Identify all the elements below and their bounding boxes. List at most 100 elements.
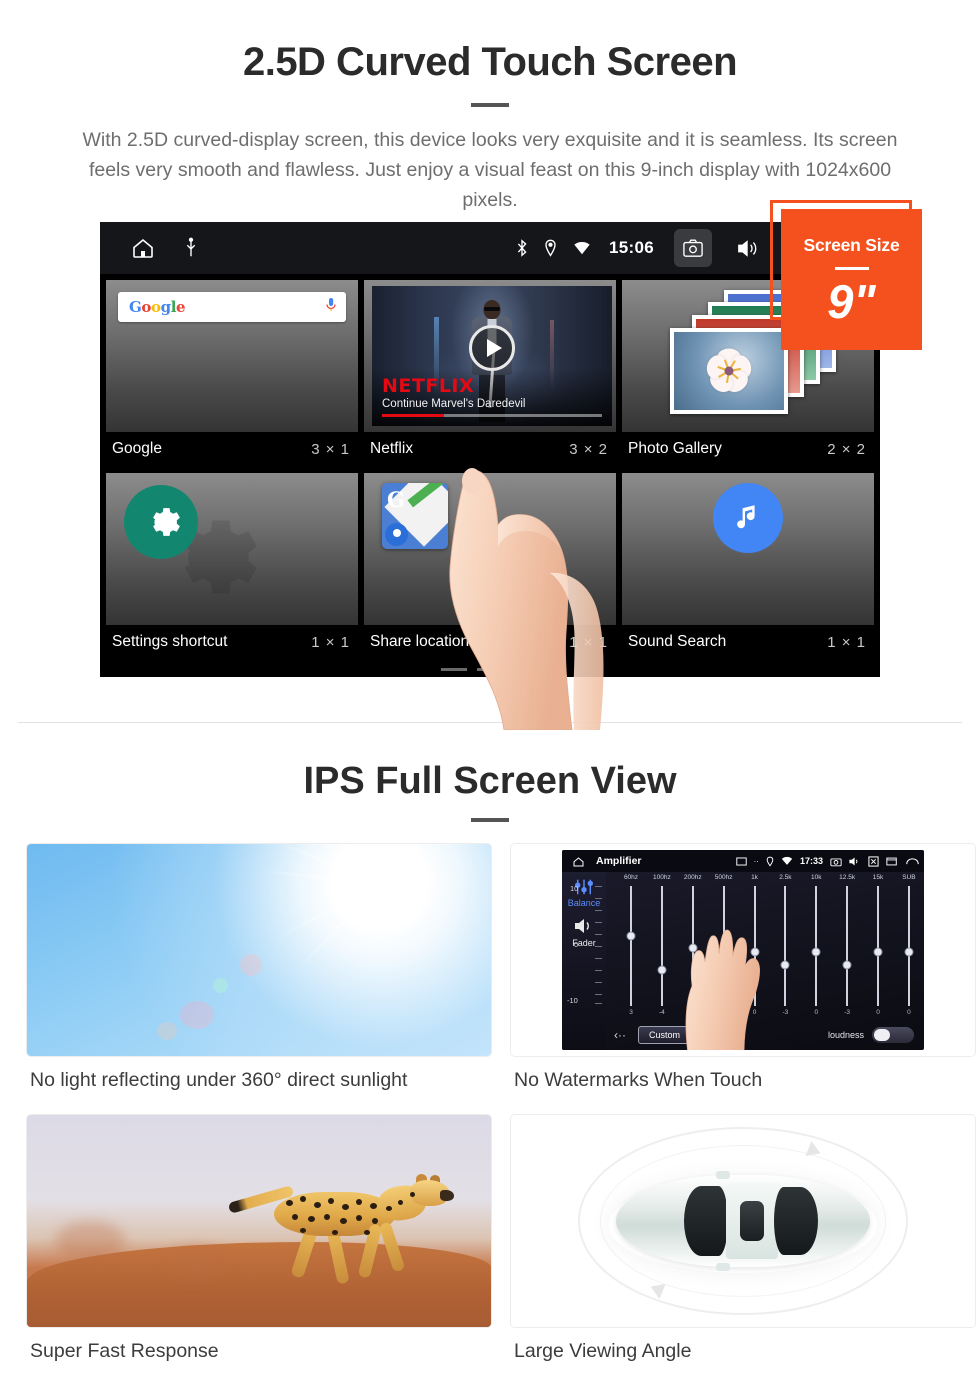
camera-icon[interactable]	[674, 229, 712, 267]
lens-flare	[212, 977, 228, 993]
netflix-widget-preview: NETFLIX Continue Marvel's Daredevil	[364, 280, 616, 432]
home-icon[interactable]	[130, 236, 156, 260]
widget-name: Photo Gallery	[628, 440, 722, 457]
badge-value: 9"	[827, 274, 876, 328]
sound-search-widget-preview	[622, 473, 874, 625]
loudness-toggle[interactable]	[872, 1027, 914, 1043]
equalizer-scale	[590, 886, 604, 1004]
scale-mid-label: 0	[574, 940, 579, 949]
widget-name: Sound Search	[628, 633, 727, 650]
widget-name: Share location	[370, 633, 470, 650]
equalizer-title: Amplifier	[596, 855, 642, 867]
frequency-labels: 60hz 100hz 200hz 500hz 1k 2.5k 10k 12.5k…	[620, 874, 920, 881]
widget-size: 1 × 1	[569, 633, 608, 651]
band-value: 3	[629, 1009, 633, 1016]
band-freq: 500hz	[714, 874, 733, 881]
music-note-icon	[713, 483, 783, 553]
band-freq: 200hz	[683, 874, 702, 881]
back-arrow-icon[interactable]: ‹··	[614, 1028, 626, 1042]
section-divider	[18, 722, 962, 723]
google-search-bar[interactable]: Google	[118, 292, 346, 322]
screen-size-badge: Screen Size 9"	[781, 209, 922, 350]
band-slider[interactable]	[805, 886, 827, 1006]
widget-netflix[interactable]: NETFLIX Continue Marvel's Daredevil Netf…	[364, 280, 616, 467]
scale-max-label: 10	[570, 884, 579, 893]
home-page-indicator[interactable]	[441, 668, 539, 671]
widget-google[interactable]: Google Google 3 × 1	[106, 280, 358, 467]
wifi-icon	[573, 240, 591, 256]
widget-sound-search[interactable]: Sound Search 1 × 1	[622, 473, 874, 660]
card-no-watermarks: Amplifier ·· 17:33 Balance Fader 10 0 -1…	[510, 843, 976, 1106]
band-freq: 2.5k	[779, 874, 792, 881]
widget-label: Sound Search 1 × 1	[622, 625, 874, 660]
page-dot[interactable]	[441, 668, 467, 671]
google-logo: Google	[129, 298, 186, 316]
share-location-widget-preview: G	[364, 473, 616, 625]
cheetah-photo	[26, 1114, 492, 1328]
section2-title: IPS Full Screen View	[303, 760, 677, 802]
equalizer-clock: 17:33	[799, 856, 823, 866]
sunroof	[740, 1201, 764, 1241]
widget-size: 1 × 1	[311, 633, 350, 651]
usb-icon	[184, 237, 198, 259]
photo-frame-front	[670, 328, 788, 414]
loudness-label: loudness	[827, 1030, 864, 1040]
eq-home-icon[interactable]	[572, 855, 585, 873]
widget-name: Google	[112, 440, 162, 457]
person-pin-icon	[385, 523, 408, 546]
feature-card-grid: No light reflecting under 360° direct su…	[0, 843, 980, 1385]
lens-flare	[180, 1000, 215, 1029]
band-slider[interactable]	[620, 886, 642, 1006]
lens-flare	[156, 1022, 177, 1041]
widget-size: 3 × 2	[569, 440, 608, 458]
page-dot-active[interactable]	[513, 668, 539, 671]
page-title: 2.5D Curved Touch Screen	[242, 40, 738, 84]
widget-size: 3 × 1	[311, 440, 350, 458]
eq-status-icons: ·· 17:33	[735, 850, 920, 872]
band-freq: SUB	[902, 874, 916, 881]
widget-size: 1 × 1	[827, 633, 866, 651]
volume-icon[interactable]	[728, 229, 766, 267]
widget-name: Settings shortcut	[112, 633, 228, 650]
card-sunlight: No light reflecting under 360° direct su…	[26, 843, 492, 1106]
widget-label: Share location 1 × 1	[364, 625, 616, 660]
band-slider[interactable]	[836, 886, 858, 1006]
card-caption: No Watermarks When Touch	[514, 1069, 763, 1091]
eq-close-icon	[868, 855, 879, 867]
google-maps-icon: G	[382, 483, 448, 549]
band-value: 0	[907, 1009, 911, 1016]
widget-settings-shortcut[interactable]: Settings shortcut 1 × 1	[106, 473, 358, 660]
band-slider[interactable]	[867, 886, 889, 1006]
scale-min-label: -10	[567, 996, 578, 1005]
equalizer-status-bar: Amplifier ·· 17:33	[562, 850, 924, 872]
band-slider[interactable]	[898, 886, 920, 1006]
dust-cloud	[54, 1221, 125, 1261]
card-caption: Super Fast Response	[30, 1340, 219, 1362]
page-dot[interactable]	[477, 668, 503, 671]
equalizer-screenshot: Amplifier ·· 17:33 Balance Fader 10 0 -1…	[510, 843, 976, 1057]
widget-label: Google 3 × 1	[106, 432, 358, 467]
android-status-bar: 15:06	[100, 222, 880, 274]
card-fast-response: Super Fast Response	[26, 1114, 492, 1377]
band-freq: 1k	[751, 874, 758, 881]
band-value: 0	[814, 1009, 819, 1016]
card-row-2: Super Fast Response Large Viewing Angle	[0, 1114, 980, 1377]
card-viewing-angle: Large Viewing Angle	[510, 1114, 976, 1377]
netflix-continue-text: Continue Marvel's Daredevil	[382, 398, 526, 410]
equalizer-hand-illustration	[685, 929, 760, 1050]
badge-label: Screen Size	[803, 234, 900, 255]
widget-label: Settings shortcut 1 × 1	[106, 625, 358, 660]
rear-window	[774, 1187, 818, 1255]
title-underline	[471, 103, 509, 107]
section2-underline	[471, 818, 509, 822]
settings-gear-icon	[124, 485, 198, 559]
band-freq: 12.5k	[839, 874, 856, 881]
widget-share-location[interactable]: G Share location 1 × 1	[364, 473, 616, 660]
car-top-view-illustration	[510, 1114, 976, 1328]
microphone-icon[interactable]	[325, 297, 337, 318]
eq-back-icon	[906, 857, 919, 864]
widget-label: Photo Gallery 2 × 2	[622, 432, 874, 467]
running-cheetah	[228, 1174, 455, 1294]
card-row-1: No light reflecting under 360° direct su…	[0, 843, 980, 1106]
play-button-icon[interactable]	[469, 324, 515, 371]
